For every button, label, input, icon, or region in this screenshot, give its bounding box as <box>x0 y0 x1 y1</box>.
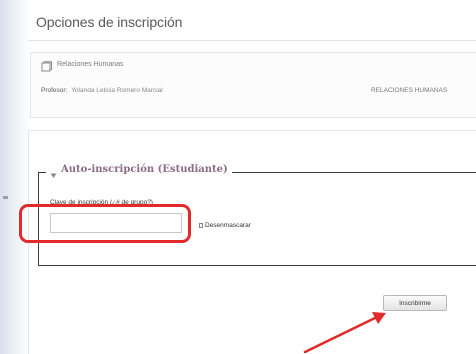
left-sidebar-edge <box>0 0 30 354</box>
enrolment-options-page: Opciones de inscripción Relaciones Human… <box>0 0 476 354</box>
course-info-box: Relaciones Humanas Profesor: Yolanda Let… <box>30 52 476 118</box>
title-divider <box>28 40 476 41</box>
self-enrolment-legend[interactable]: Auto-inscripción (Estudiante) <box>46 164 232 178</box>
page-title: Opciones de inscripción <box>36 14 183 30</box>
enrolment-key-input[interactable] <box>50 213 182 233</box>
teacher-label: Profesor: <box>41 87 68 94</box>
enrolment-key-label: Clave de inscripción (¿# de grupo?) <box>50 199 153 206</box>
teacher-line: Profesor: Yolanda Leticia Romero Marcial <box>41 87 163 94</box>
course-name-link[interactable]: Relaciones Humanas <box>57 61 124 68</box>
unmask-toggle[interactable]: Desenmascarar <box>199 222 251 229</box>
unmask-checkbox[interactable] <box>199 223 203 228</box>
triangle-down-icon <box>50 166 57 178</box>
enrol-me-button[interactable]: Inscribirme <box>383 295 447 311</box>
teacher-name-link[interactable]: Yolanda Leticia Romero Marcial <box>71 87 163 94</box>
course-icon <box>41 60 53 72</box>
legend-label: Auto-inscripción (Estudiante) <box>61 164 228 175</box>
unmask-label: Desenmascarar <box>205 222 251 229</box>
course-category: RELACIONES HUMANAS <box>371 87 448 94</box>
edge-marker <box>3 196 8 199</box>
